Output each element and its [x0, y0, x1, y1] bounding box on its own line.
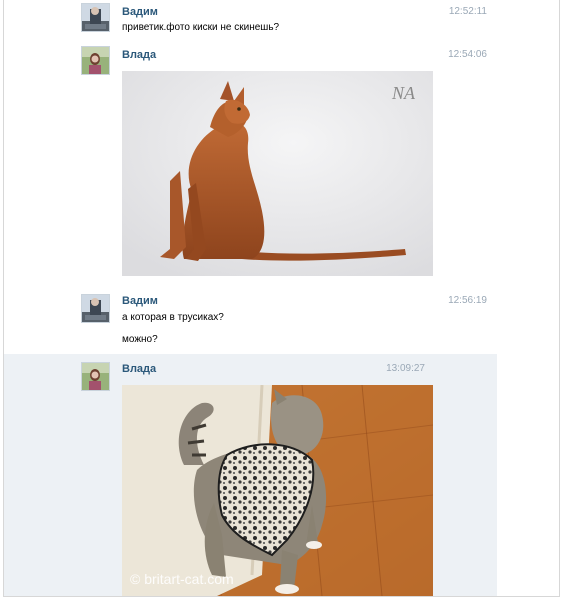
photo-signature: NA	[391, 83, 416, 103]
avatar[interactable]	[81, 294, 110, 323]
cat-photo[interactable]: © britart-cat.com	[122, 385, 433, 596]
message-item: Вадим 12:52:11 приветик.фото киски не ск…	[4, 0, 559, 40]
message-item: Вадим 12:56:19 а которая в трусиках? мож…	[4, 288, 559, 350]
message-time: 12:54:06	[448, 49, 487, 60]
message-text: можно?	[122, 334, 158, 345]
message-item: Влада 12:54:06 NA	[4, 40, 559, 288]
message-item: Влада 13:09:27 © britart-cat.com	[4, 354, 497, 596]
message-author[interactable]: Вадим	[122, 6, 158, 18]
message-time: 13:09:27	[386, 363, 425, 374]
photo-watermark: © britart-cat.com	[130, 571, 234, 587]
avatar[interactable]	[81, 362, 110, 391]
message-history: Вадим 12:52:11 приветик.фото киски не ск…	[3, 0, 560, 597]
message-text: приветик.фото киски не скинешь?	[122, 22, 280, 33]
message-time: 12:56:19	[448, 295, 487, 306]
message-text: а которая в трусиках?	[122, 312, 224, 323]
message-author[interactable]: Вадим	[122, 295, 158, 307]
message-author[interactable]: Влада	[122, 363, 156, 375]
message-author[interactable]: Влада	[122, 49, 156, 61]
message-time: 12:52:11	[448, 6, 487, 17]
cat-photo[interactable]: NA	[122, 71, 433, 276]
avatar[interactable]	[81, 3, 110, 32]
avatar[interactable]	[81, 46, 110, 75]
